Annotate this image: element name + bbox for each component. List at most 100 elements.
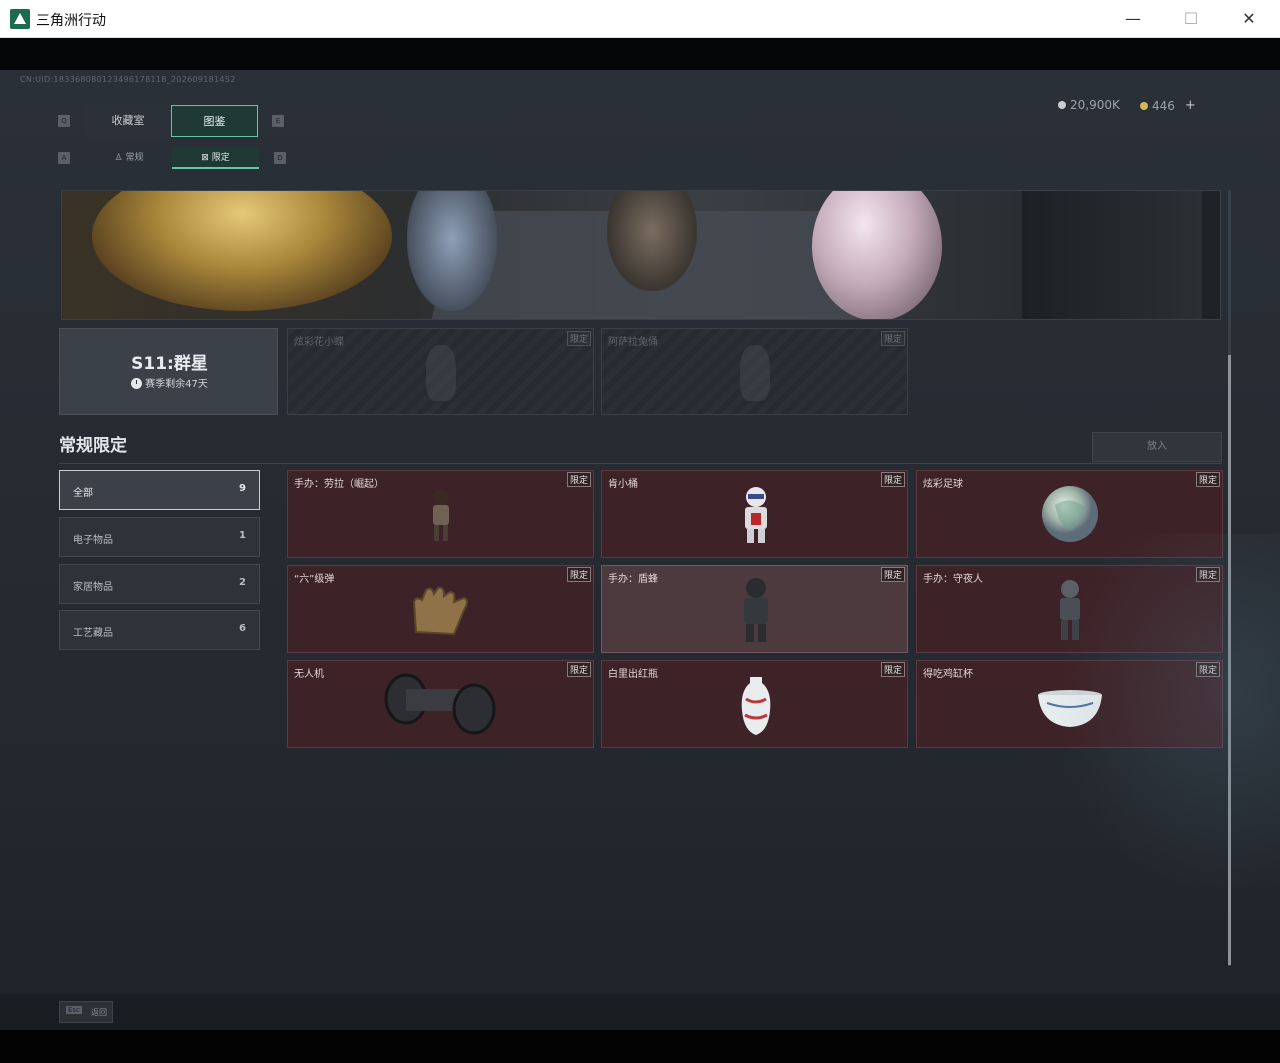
silver-coin-icon — [1058, 101, 1066, 109]
limited-badge: 限定 — [880, 331, 905, 346]
scrollbar-track[interactable] — [1228, 190, 1231, 966]
subtab-limited-label: 限定 — [211, 153, 230, 163]
item-card[interactable]: 炫彩足球 限定 — [916, 470, 1223, 558]
key-hint-q: Q — [58, 115, 70, 127]
minimize-button[interactable]: — — [1104, 0, 1162, 38]
figure-image-left — [407, 191, 497, 311]
item-name: 炫彩足球 — [923, 479, 963, 490]
vase-icon — [741, 677, 771, 735]
gold-coin-icon — [1140, 101, 1148, 110]
limited-badge: 限定 — [1195, 567, 1220, 582]
pearl-egg-image — [812, 191, 942, 319]
crate-image — [1022, 191, 1202, 319]
add-currency-button[interactable]: + — [1185, 98, 1196, 113]
item-card[interactable]: 无人机 限定 — [287, 660, 594, 748]
locked-item-card[interactable]: 炫彩花小蝶 限定 — [287, 328, 594, 415]
section-title: 常规限定 — [59, 436, 127, 456]
box-icon: ⊠ — [201, 153, 212, 163]
key-hint-d: D — [274, 152, 286, 164]
key-hint-a: A — [58, 152, 70, 164]
limited-badge: 限定 — [880, 662, 905, 677]
item-name: 肯小桶 — [608, 479, 638, 490]
limited-badge: 限定 — [566, 331, 591, 346]
limited-badge: 限定 — [880, 567, 905, 582]
limited-badge: 限定 — [566, 472, 591, 487]
item-card[interactable]: 手办：盾蜂 限定 — [601, 565, 908, 653]
subtab-regular-label: 常规 — [125, 153, 144, 163]
limited-badge: 限定 — [1195, 472, 1220, 487]
item-name: 手办：劳拉（崛起） — [294, 479, 384, 490]
app-logo-icon — [10, 9, 30, 29]
bowl-icon — [1038, 690, 1102, 727]
drone-icon — [384, 673, 496, 735]
category-label: 家居物品 — [73, 582, 113, 593]
subtab-regular[interactable]: ♙ 常规 — [87, 147, 171, 169]
item-card[interactable]: 得吃鸡缸杯 限定 — [916, 660, 1223, 748]
locked-item-card[interactable]: 阿萨拉兔俑 限定 — [601, 328, 908, 415]
season-card[interactable]: S11:群星 赛季剩余47天 — [59, 328, 278, 415]
section-divider — [59, 463, 1222, 464]
armored-figure-icon — [744, 578, 768, 642]
tab-catalog[interactable]: 图鉴 — [171, 105, 258, 137]
item-card[interactable]: 白里出红瓶 限定 — [601, 660, 908, 748]
season-remaining: 赛季剩余47天 — [60, 375, 279, 390]
category-label: 工艺藏品 — [73, 628, 113, 639]
clock-icon — [131, 378, 143, 389]
game-viewport: CN:UID:183368080123496178118_20260918145… — [0, 70, 1280, 994]
maximize-button[interactable]: ☐ — [1162, 0, 1220, 38]
silver-currency: 20,900K — [1058, 98, 1120, 112]
item-name: 白里出红瓶 — [608, 669, 658, 680]
close-button[interactable]: ✕ — [1220, 0, 1278, 38]
football-icon — [1042, 486, 1098, 542]
figure-image-right — [607, 191, 697, 291]
gold-amount: 446 — [1152, 98, 1175, 113]
category-count: 6 — [239, 623, 246, 634]
category-count: 9 — [239, 483, 246, 494]
locked-item-name: 炫彩花小蝶 — [294, 337, 344, 348]
scrollbar-thumb[interactable] — [1228, 355, 1231, 965]
window-title: 三角洲行动 — [36, 13, 106, 29]
letterbox-bottom — [0, 1030, 1280, 1063]
season-title: S11:群星 — [131, 354, 208, 374]
back-label: 返回 — [91, 1008, 107, 1017]
player-uid: CN:UID:183368080123496178118_20260918145… — [20, 75, 236, 84]
bucket-figure-icon — [745, 487, 767, 543]
item-name: 手办：盾蜂 — [608, 574, 658, 585]
golden-turtle-image — [92, 191, 392, 311]
silhouette-icon — [739, 345, 770, 401]
subtab-limited[interactable]: ⊠ 限定 — [172, 147, 259, 169]
item-name: 得吃鸡缸杯 — [923, 669, 973, 680]
figure-icon: ♙ — [114, 153, 126, 163]
limited-badge: 限定 — [566, 662, 591, 677]
limited-badge: 限定 — [1195, 662, 1220, 677]
item-name: 手办：守夜人 — [923, 574, 983, 585]
footer-bar: Esc 返回 — [0, 994, 1280, 1030]
category-electronics[interactable]: 电子物品 1 — [59, 517, 260, 557]
category-crafts[interactable]: 工艺藏品 6 — [59, 610, 260, 650]
category-count: 2 — [239, 577, 246, 588]
esc-key-hint: Esc — [66, 1006, 82, 1014]
item-card[interactable]: 手办：劳拉（崛起） 限定 — [287, 470, 594, 558]
item-card[interactable]: 手办：守夜人 限定 — [916, 565, 1223, 653]
season-remaining-text: 赛季剩余47天 — [145, 379, 208, 390]
window-titlebar: 三角洲行动 — ☐ ✕ — [0, 0, 1280, 38]
item-name: 无人机 — [294, 669, 324, 680]
tab-collection[interactable]: 收藏室 — [85, 105, 171, 137]
limited-badge: 限定 — [566, 567, 591, 582]
key-hint-e: E — [272, 115, 284, 127]
silver-amount: 20,900K — [1070, 98, 1120, 112]
category-label: 全部 — [73, 488, 93, 499]
category-count: 1 — [239, 530, 246, 541]
put-in-button[interactable]: 放入 — [1092, 432, 1222, 462]
category-all[interactable]: 全部 9 — [59, 470, 260, 510]
category-household[interactable]: 家居物品 2 — [59, 564, 260, 604]
item-card[interactable]: 肯小桶 限定 — [601, 470, 908, 558]
silhouette-icon — [425, 345, 456, 401]
collection-banner-image — [61, 190, 1221, 320]
limited-badge: 限定 — [880, 472, 905, 487]
item-card[interactable]: “六”级弹 限定 — [287, 565, 594, 653]
robot-figure-icon — [1060, 580, 1080, 640]
back-button[interactable]: Esc 返回 — [59, 1001, 113, 1023]
gold-currency: 446 + — [1140, 98, 1196, 113]
figurine-icon — [433, 489, 449, 541]
